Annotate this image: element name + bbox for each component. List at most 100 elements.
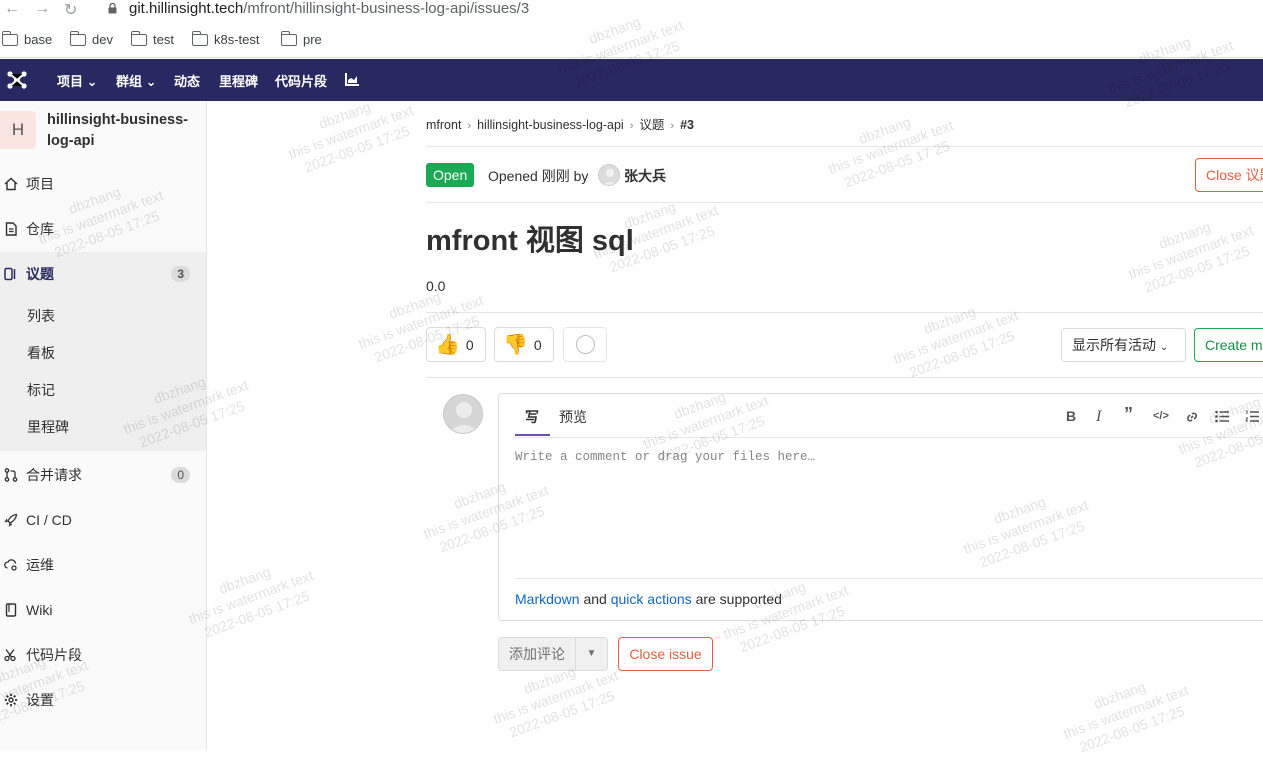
sidebar-subitem-labels[interactable]: 标记 [27, 380, 55, 400]
sidebar-item-snippets[interactable]: 代码片段 [0, 635, 206, 675]
active-tab-indicator [515, 434, 550, 436]
bookmarks-bar: base dev test k8s-test pre [0, 22, 1263, 58]
sidebar-item-project[interactable]: 项目 [0, 164, 206, 204]
scissors-icon [4, 649, 16, 662]
watermark: dbzhangthis is watermark text2022-08-05 … [891, 303, 1021, 381]
add-reaction-button[interactable] [563, 327, 607, 362]
home-icon [4, 177, 18, 191]
forward-icon[interactable]: → [34, 0, 50, 18]
comment-textarea[interactable]: Write a comment or drag your files here… [515, 450, 815, 464]
opened-text: Opened 刚刚 by [488, 168, 589, 184]
folder-icon [69, 30, 86, 46]
add-comment-split-button[interactable]: 添加评论 ▼ [498, 637, 608, 671]
mr-count-badge: 0 [171, 467, 190, 483]
issues-icon [4, 267, 16, 281]
bookmark-k8s-test[interactable]: k8s-test [191, 30, 260, 47]
thumbs-up-button[interactable]: 👍 0 [426, 327, 486, 362]
cloud-gear-icon [4, 559, 17, 571]
sidebar-subitem-boards[interactable]: 看板 [27, 343, 55, 363]
sidebar-item-repository[interactable]: 仓库 [0, 209, 206, 249]
folder-icon [280, 30, 297, 46]
lock-icon [108, 3, 117, 14]
divider [515, 437, 1263, 438]
comment-editor: 写 预览 B I ” </> Write a comment or drag y… [498, 393, 1263, 621]
thumbs-down-button[interactable]: 👎 0 [494, 327, 554, 362]
url-text[interactable]: git.hillinsight.tech/mfront/hillinsight-… [129, 0, 529, 17]
folder-icon [1, 30, 18, 46]
breadcrumb: mfront › hillinsight-business-log-api › 议题 › #… [426, 118, 694, 132]
quick-actions-link[interactable]: quick actions [611, 591, 692, 607]
folder-icon [130, 30, 147, 46]
breadcrumb-issues[interactable]: 议题 [639, 118, 664, 132]
sidebar-item-cicd[interactable]: CI / CD [0, 500, 206, 540]
link-icon[interactable] [1185, 410, 1199, 424]
logo-icon[interactable] [6, 70, 28, 90]
top-navigation: 项目 ⌄ 群组 ⌄ 动态 里程碑 代码片段 [0, 59, 1263, 101]
issues-count-badge: 3 [171, 266, 190, 282]
sidebar-subitem-list[interactable]: 列表 [27, 306, 55, 326]
bookmark-pre[interactable]: pre [280, 30, 322, 47]
italic-icon[interactable]: I [1096, 408, 1101, 426]
nav-groups[interactable]: 群组 ⌄ [116, 71, 157, 90]
sidebar-item-wiki[interactable]: Wiki [0, 590, 206, 630]
nav-snippets[interactable]: 代码片段 [275, 71, 327, 90]
nav-activity[interactable]: 动态 [174, 71, 200, 90]
watermark: dbzhangthis is watermark text2022-08-05 … [1126, 218, 1256, 296]
sidebar-subitem-milestones[interactable]: 里程碑 [27, 417, 69, 437]
status-badge: Open [426, 163, 475, 187]
sidebar-item-merge-requests[interactable]: 合并请求 0 [0, 455, 206, 495]
document-icon [5, 222, 17, 236]
divider [426, 146, 1263, 147]
reload-icon[interactable]: ↻ [64, 0, 77, 20]
tab-write[interactable]: 写 [525, 407, 539, 427]
create-merge-request-button[interactable]: Create merge request [1194, 328, 1263, 362]
numbered-list-icon[interactable] [1245, 410, 1259, 423]
thumbs-down-icon: 👎 [503, 334, 528, 356]
sidebar-item-issues[interactable]: 议题 3 [0, 254, 206, 294]
markdown-link[interactable]: Markdown [515, 591, 580, 607]
thumbs-up-icon: 👍 [435, 334, 460, 356]
sidebar-item-settings[interactable]: 设置 [0, 680, 206, 720]
nav-milestones[interactable]: 里程碑 [219, 71, 258, 90]
bookmark-dev[interactable]: dev [69, 30, 113, 47]
project-name[interactable]: hillinsight-business-log-api [47, 110, 197, 152]
breadcrumb-project[interactable]: hillinsight-business-log-api [477, 118, 624, 132]
author-name[interactable]: 张大兵 [624, 166, 666, 186]
divider [426, 312, 1263, 313]
chart-icon[interactable] [345, 73, 359, 86]
code-icon[interactable]: </> [1153, 410, 1169, 422]
bold-icon[interactable]: B [1066, 408, 1076, 424]
issue-description: 0.0 [426, 278, 446, 294]
bullet-list-icon[interactable] [1215, 410, 1229, 423]
settings-icon [4, 693, 18, 707]
divider [426, 377, 1263, 378]
markdown-help-text: Markdown and quick actions are supported [515, 591, 782, 607]
tab-preview[interactable]: 预览 [559, 407, 587, 427]
divider [426, 202, 1263, 203]
nav-projects[interactable]: 项目 ⌄ [57, 71, 98, 90]
smiley-icon [576, 335, 595, 354]
add-comment-button[interactable]: 添加评论 [499, 638, 576, 670]
quote-icon[interactable]: ” [1124, 404, 1133, 425]
current-user-avatar[interactable] [443, 394, 483, 434]
close-issue-button[interactable]: Close issue [618, 637, 713, 671]
browser-address-bar: ← → ↻ git.hillinsight.tech/mfront/hillin… [0, 0, 1263, 22]
project-sidebar: H hillinsight-business-log-api 项目 仓库 议题 … [0, 101, 207, 750]
project-avatar[interactable]: H [0, 111, 36, 149]
merge-request-icon [4, 468, 18, 482]
breadcrumb-issue-id[interactable]: #3 [680, 118, 694, 132]
back-icon[interactable]: ← [4, 0, 20, 18]
watermark: dbzhangthis is watermark text2022-08-05 … [826, 113, 956, 191]
issue-title: mfront 视图 sql [426, 225, 634, 257]
bookmark-test[interactable]: test [130, 30, 174, 47]
close-issue-header-button[interactable]: Close 议题 [1195, 158, 1263, 192]
breadcrumb-group[interactable]: mfront [426, 118, 461, 132]
sidebar-item-operations[interactable]: 运维 [0, 545, 206, 585]
bookmark-base[interactable]: base [1, 30, 52, 47]
author-avatar[interactable] [598, 164, 620, 186]
caret-down-icon[interactable]: ▼ [576, 638, 607, 670]
rocket-icon [4, 513, 18, 527]
folder-icon [191, 30, 208, 46]
book-icon [5, 603, 17, 617]
activity-filter-dropdown[interactable]: 显示所有活动 ⌄ [1061, 328, 1186, 362]
